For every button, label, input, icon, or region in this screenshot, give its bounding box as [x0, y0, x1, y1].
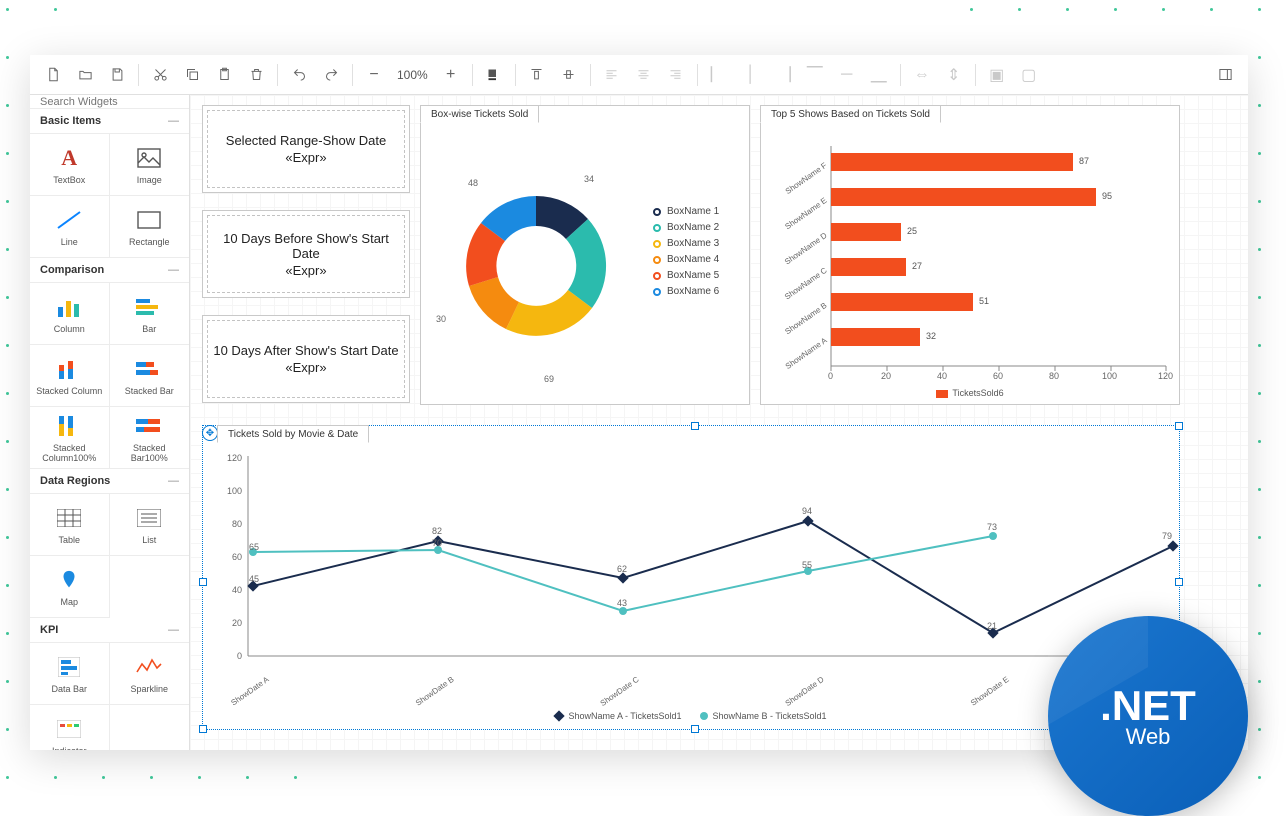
widget-stacked-bar-100[interactable]: Stacked Bar100% [110, 407, 190, 469]
panel-toggle-button[interactable] [1210, 60, 1240, 90]
widget-image[interactable]: Image [110, 134, 190, 196]
bar-f [831, 153, 1073, 171]
widget-bar[interactable]: Bar [110, 283, 190, 345]
donut-label: 48 [468, 178, 478, 188]
widget-column[interactable]: Column [30, 283, 110, 345]
panel-title: Top 5 Shows Based on Tickets Sold [771, 109, 930, 120]
section-data-regions[interactable]: Data Regions— [30, 469, 189, 494]
panel-bar-chart[interactable]: Top 5 Shows Based on Tickets Sold 87 95 … [760, 105, 1180, 405]
zoom-level: 100% [391, 68, 434, 82]
toolbar: − 100% + ⎸ │ ⎹ ⎺ ─ ⎽ ⇔ ⇕ ▣ ▢ [30, 55, 1248, 95]
bring-forward-button[interactable]: ▣ [982, 60, 1012, 90]
badge-title: .NET [1100, 682, 1196, 730]
widget-table[interactable]: Table [30, 494, 110, 556]
bar-b [831, 293, 973, 311]
widget-stacked-bar[interactable]: Stacked Bar [110, 345, 190, 407]
widget-indicator[interactable]: Indicator [30, 705, 110, 750]
cut-button[interactable] [145, 60, 175, 90]
donut-legend: BoxName 1 BoxName 2 BoxName 3 BoxName 4 … [653, 206, 719, 302]
align-middle-button[interactable] [554, 60, 584, 90]
donut-label: 34 [584, 174, 594, 184]
widget-data-bar[interactable]: Data Bar [30, 643, 110, 705]
widget-line[interactable]: Line [30, 196, 110, 258]
badge-subtitle: Web [1126, 724, 1171, 750]
delete-button[interactable] [241, 60, 271, 90]
bar-e [831, 188, 1096, 206]
panel-title: Tickets Sold by Movie & Date [228, 429, 358, 440]
align-obj-middle-button[interactable]: ─ [832, 60, 862, 90]
open-dropdown-button[interactable] [70, 60, 100, 90]
section-basic-items[interactable]: Basic Items— [30, 109, 189, 134]
align-obj-top-button[interactable]: ⎺ [800, 60, 830, 90]
bar-a [831, 328, 920, 346]
align-center-button[interactable] [629, 60, 659, 90]
panel-title: Box-wise Tickets Sold [431, 109, 528, 120]
widget-stacked-column[interactable]: Stacked Column [30, 345, 110, 407]
bar-d [831, 223, 901, 241]
textblock-before-start[interactable]: 10 Days Before Show's Start Date«Expr» [202, 210, 410, 298]
collapse-icon: — [168, 264, 179, 276]
collapse-icon: — [168, 624, 179, 636]
widget-rectangle[interactable]: Rectangle [110, 196, 190, 258]
collapse-icon: — [168, 115, 179, 127]
section-kpi[interactable]: KPI— [30, 618, 189, 643]
collapse-icon: — [168, 475, 179, 487]
send-backward-button[interactable]: ▢ [1014, 60, 1044, 90]
widget-list[interactable]: List [110, 494, 190, 556]
copy-button[interactable] [177, 60, 207, 90]
undo-button[interactable] [284, 60, 314, 90]
widget-sparkline[interactable]: Sparkline [110, 643, 190, 705]
textblock-after-start[interactable]: 10 Days After Show's Start Date«Expr» [202, 315, 410, 403]
net-badge: .NET Web [1048, 616, 1248, 816]
align-obj-right-button[interactable]: ⎹ [768, 60, 798, 90]
new-file-button[interactable] [38, 60, 68, 90]
zoom-in-button[interactable]: + [436, 60, 466, 90]
distribute-v-button[interactable]: ⇕ [939, 60, 969, 90]
search-input[interactable] [30, 96, 190, 108]
panel-line-chart[interactable]: ✥ Tickets Sold by Movie & Date [202, 425, 1180, 730]
line-legend: ShowName A - TicketsSold1 ShowName B - T… [203, 711, 1179, 721]
donut-label: 30 [436, 314, 446, 324]
widget-map[interactable]: Map [30, 556, 110, 618]
bar-legend: TicketsSold6 [761, 388, 1179, 398]
fill-color-button[interactable] [479, 60, 509, 90]
align-top-button[interactable] [522, 60, 552, 90]
zoom-out-button[interactable]: − [359, 60, 389, 90]
distribute-h-button[interactable]: ⇔ [907, 60, 937, 90]
widget-stacked-column-100[interactable]: Stacked Column100% [30, 407, 110, 469]
align-right-button[interactable] [661, 60, 691, 90]
panel-donut-chart[interactable]: Box-wise Tickets Sold 34 48 30 69 [420, 105, 750, 405]
move-handle-icon[interactable]: ✥ [202, 425, 218, 441]
widget-sidebar: Basic Items— ATextBox Image Line Rectang… [30, 95, 190, 750]
widget-textbox[interactable]: ATextBox [30, 134, 110, 196]
align-obj-center-button[interactable]: │ [736, 60, 766, 90]
paste-button[interactable] [209, 60, 239, 90]
save-dropdown-button[interactable] [102, 60, 132, 90]
textblock-selected-range[interactable]: Selected Range-Show Date«Expr» [202, 105, 410, 193]
bar-c [831, 258, 906, 276]
redo-button[interactable] [316, 60, 346, 90]
align-obj-bottom-button[interactable]: ⎽ [864, 60, 894, 90]
donut-label: 69 [544, 374, 554, 384]
align-obj-left-button[interactable]: ⎸ [704, 60, 734, 90]
section-comparison[interactable]: Comparison— [30, 258, 189, 283]
align-left-button[interactable] [597, 60, 627, 90]
